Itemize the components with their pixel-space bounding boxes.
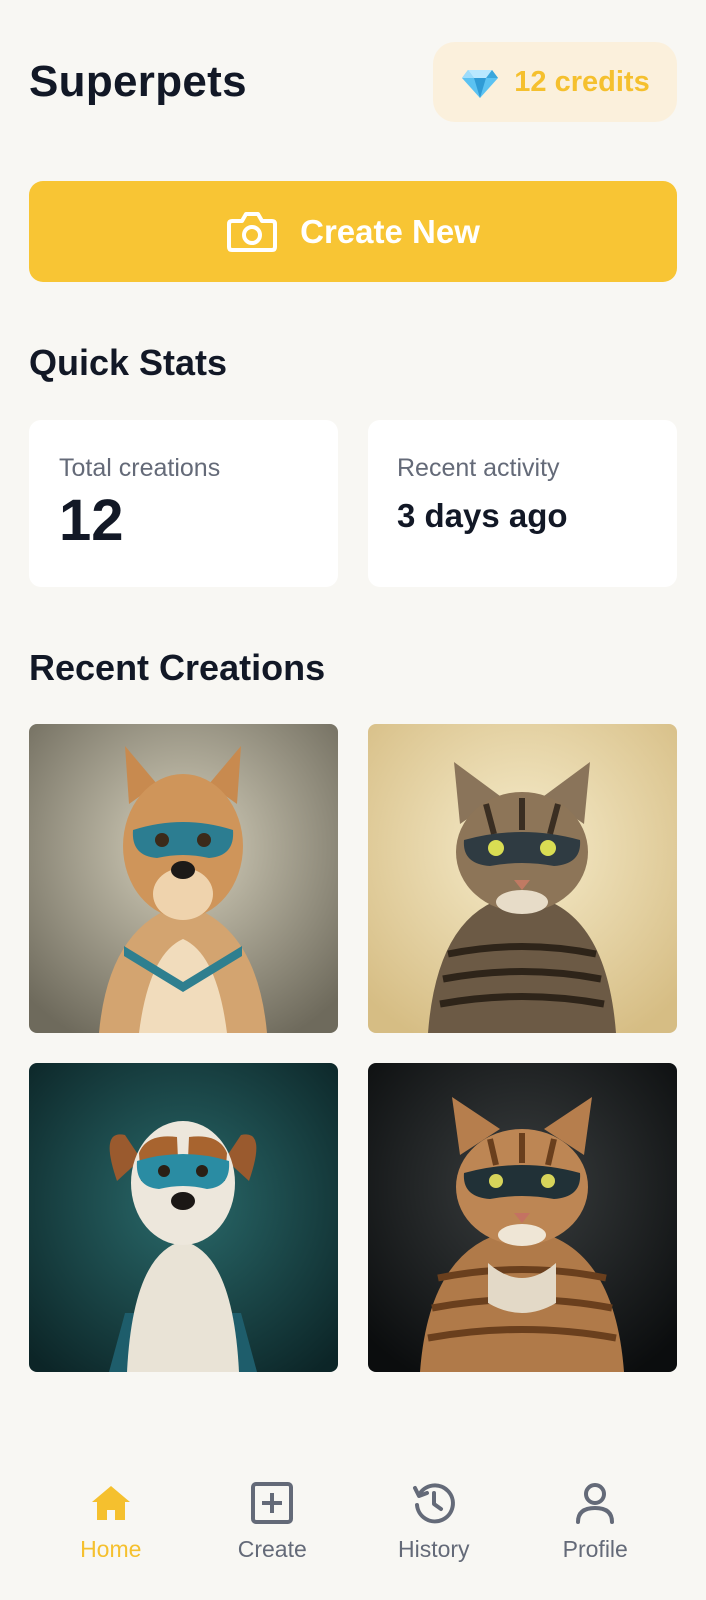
creation-tile-cat-1[interactable] (368, 724, 677, 1033)
total-creations-label: Total creations (59, 454, 221, 482)
app-title: Superpets (29, 57, 247, 106)
stat-card-total: Total creations 12 (29, 420, 338, 587)
nav-label-history: History (397, 1536, 470, 1562)
nav-label-create: Create (237, 1536, 307, 1562)
create-new-label: Create New (300, 212, 480, 250)
total-creations-value: 12 (59, 488, 124, 553)
nav-item-history[interactable]: History (359, 1460, 509, 1600)
nav-item-home[interactable]: Home (36, 1460, 186, 1600)
creation-tile-cat-2[interactable] (368, 1063, 677, 1372)
home-icon (91, 1486, 130, 1520)
diamond-icon (462, 70, 499, 98)
creation-tile-dog-2[interactable] (29, 1063, 338, 1372)
cat-image (368, 1063, 677, 1372)
dog-image (29, 1063, 338, 1372)
camera-icon (227, 211, 278, 252)
nav-label-home: Home (80, 1536, 142, 1562)
cat-image (368, 724, 677, 1033)
recent-activity-label: Recent activity (397, 454, 560, 482)
credits-badge[interactable]: 12 credits (433, 42, 677, 122)
stat-card-recent: Recent activity 3 days ago (368, 420, 677, 587)
plus-square-icon (251, 1482, 294, 1524)
recent-activity-value: 3 days ago (397, 497, 568, 534)
nav-item-profile[interactable]: Profile (520, 1460, 670, 1600)
quick-stats-title: Quick Stats (29, 342, 228, 383)
nav-item-create[interactable]: Create (197, 1460, 347, 1600)
bottom-nav: Home Create History Profile (0, 1460, 706, 1600)
create-new-button[interactable]: Create New (29, 181, 677, 282)
nav-label-profile: Profile (562, 1536, 628, 1562)
header: Superpets 12 credits (29, 42, 677, 122)
credits-label: 12 credits (514, 65, 650, 98)
dog-image (29, 724, 338, 1033)
recent-creations-title: Recent Creations (29, 647, 326, 688)
creation-tile-dog-1[interactable] (29, 724, 338, 1033)
user-icon (576, 1483, 615, 1524)
history-icon (412, 1483, 455, 1524)
